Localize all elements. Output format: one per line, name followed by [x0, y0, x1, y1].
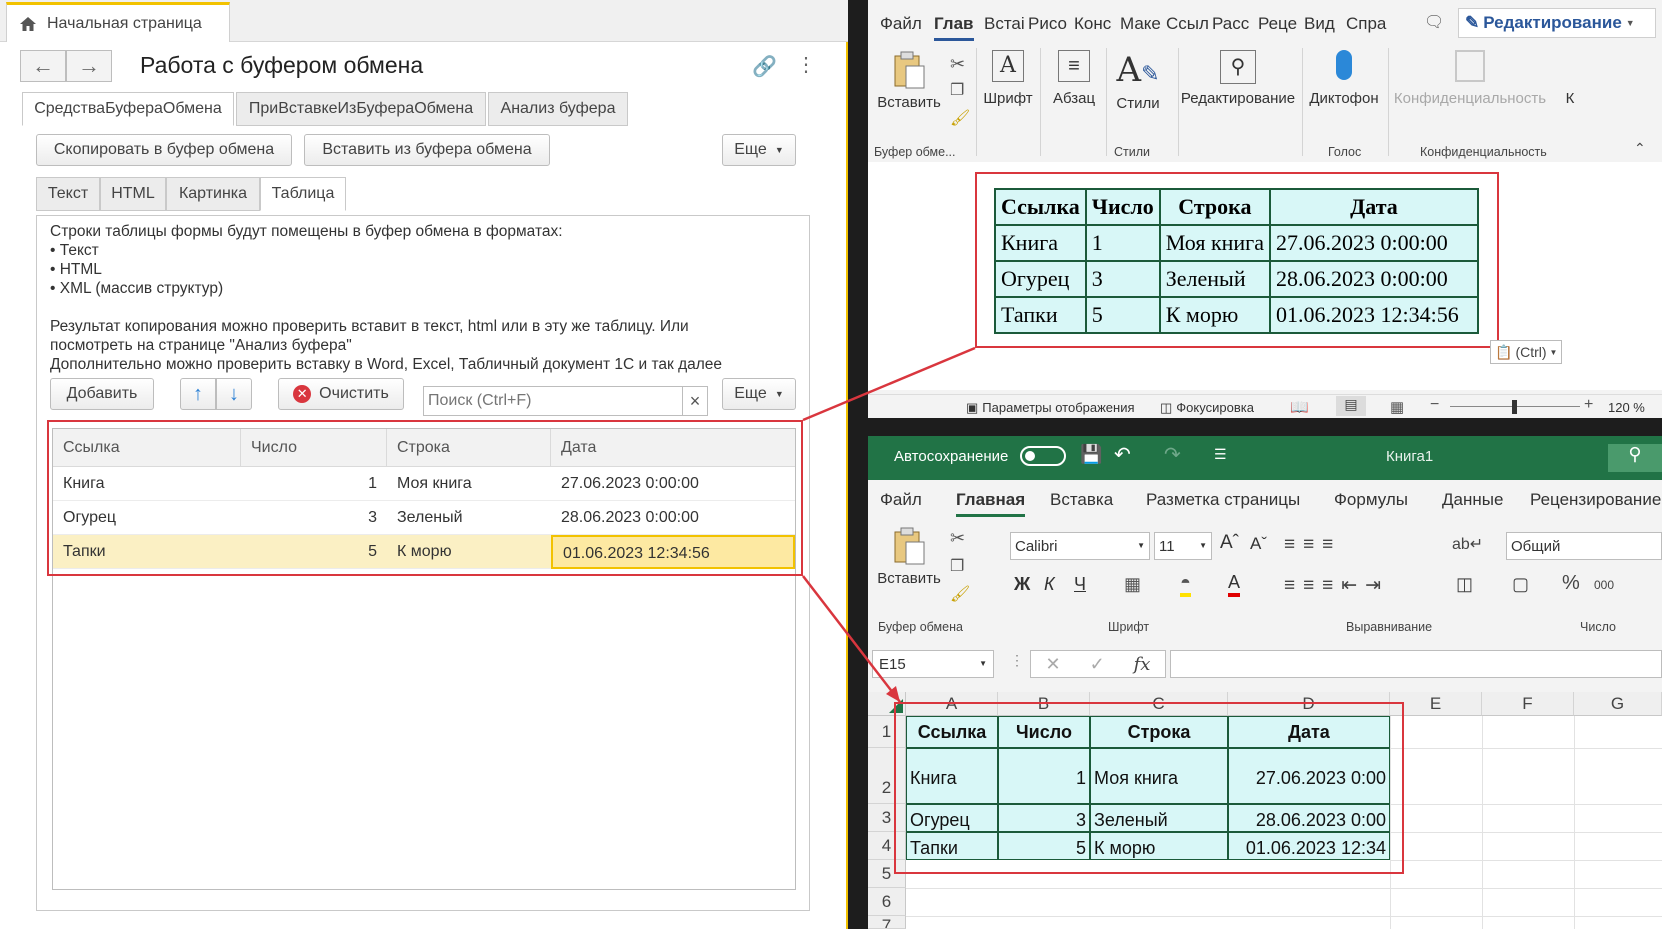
arrow-to-word — [802, 346, 976, 422]
connector-arrows — [802, 346, 976, 703]
arrow-to-excel — [802, 575, 901, 703]
